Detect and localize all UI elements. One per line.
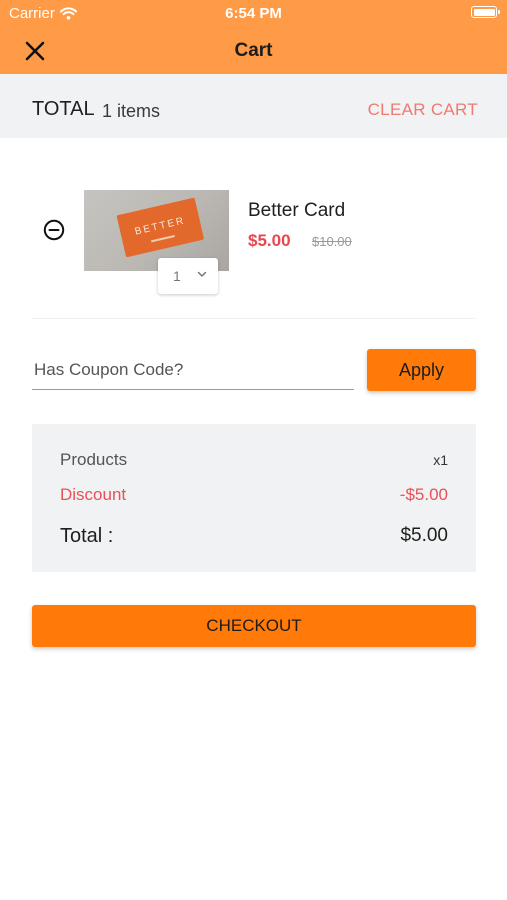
coupon-input[interactable]	[32, 350, 354, 390]
order-total-value: $5.00	[400, 525, 448, 546]
close-icon[interactable]	[22, 38, 48, 64]
discount-row: Discount -$5.00	[60, 485, 448, 505]
battery-icon	[471, 6, 500, 18]
discount-label: Discount	[60, 485, 127, 504]
page-title: Cart	[234, 40, 273, 61]
quantity-select[interactable]: 1	[158, 258, 218, 294]
products-label: Products	[60, 450, 128, 469]
product-price: $5.00	[248, 231, 291, 250]
total-row: Total : $5.00	[60, 525, 448, 548]
battery-level	[473, 8, 495, 16]
order-total-label: Total :	[60, 525, 114, 547]
chevron-down-icon	[197, 271, 207, 277]
items-count: 1 items	[102, 101, 161, 121]
product-original-price: $10.00	[312, 234, 352, 249]
products-row: Products x1	[60, 450, 448, 470]
cart-summary-bar: TOTAL 1 items CLEAR CART	[0, 74, 507, 138]
checkout-button[interactable]: CHECKOUT	[32, 605, 476, 647]
order-totals-panel: Products x1 Discount -$5.00 Total : $5.0…	[32, 424, 476, 572]
divider	[32, 318, 476, 319]
discount-value: -$5.00	[399, 485, 448, 504]
products-count: x1	[433, 452, 448, 468]
minus-circle-icon[interactable]	[43, 219, 65, 241]
total-label: TOTAL	[32, 98, 95, 120]
status-time: 6:54 PM	[225, 5, 282, 22]
apply-coupon-button[interactable]: Apply	[367, 349, 476, 391]
clear-cart-button[interactable]: CLEAR CART	[368, 100, 478, 120]
product-name: Better Card	[248, 200, 346, 221]
app-header: Carrier 6:54 PM Cart	[0, 0, 507, 74]
status-bar: Carrier 6:54 PM	[0, 0, 507, 28]
quantity-value: 1	[173, 268, 181, 284]
